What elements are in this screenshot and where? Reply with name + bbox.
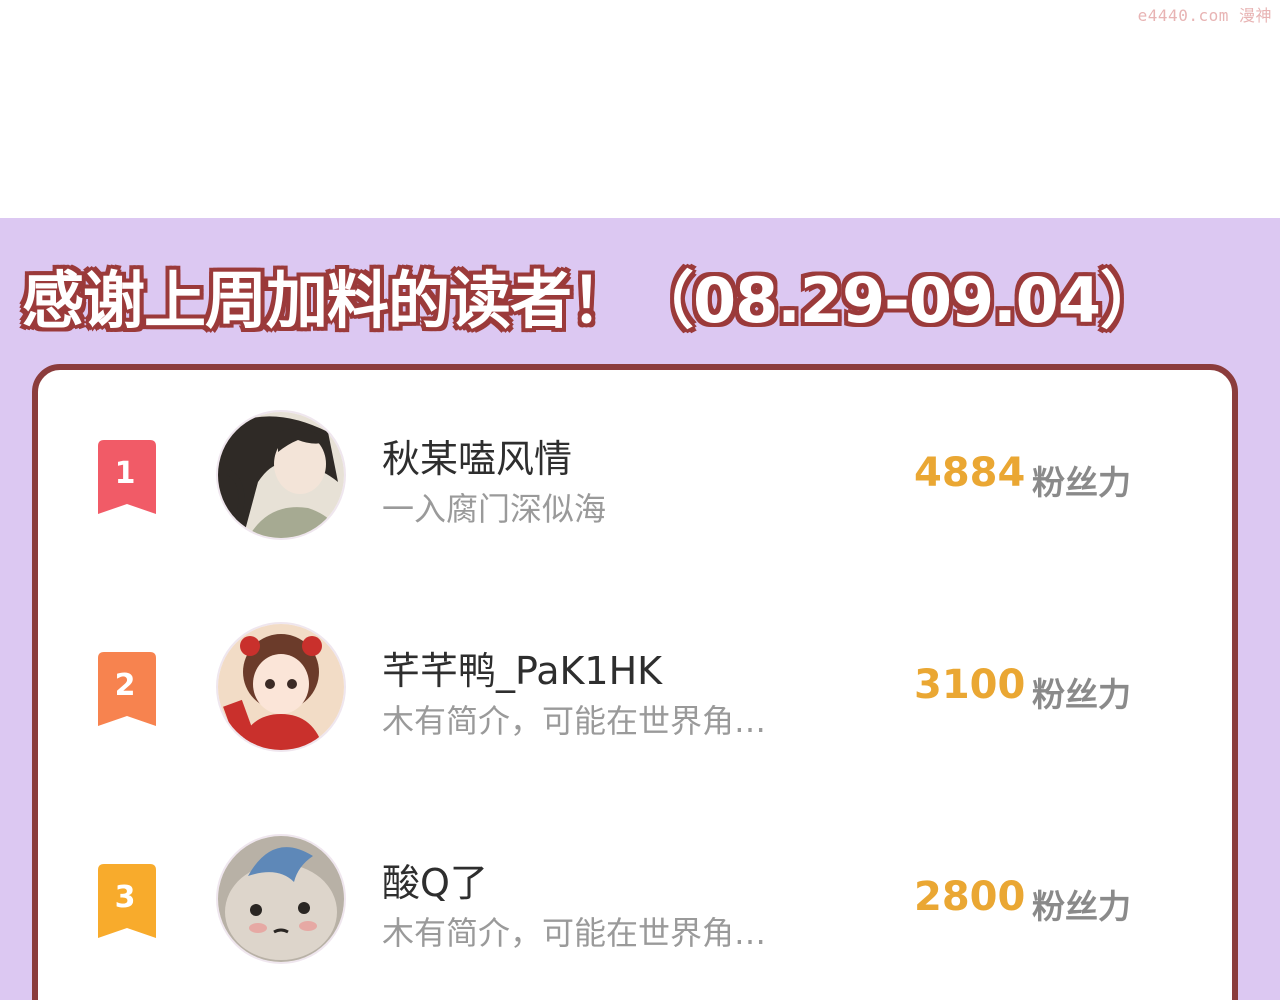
- user-bio: 木有简介，可能在世界角…: [382, 914, 767, 952]
- user-bio: 木有简介，可能在世界角…: [382, 702, 767, 740]
- fan-power-label: 粉丝力: [1032, 463, 1131, 502]
- avatar[interactable]: [216, 410, 346, 540]
- username[interactable]: 酸Q了: [382, 852, 488, 907]
- rank-number: 1: [114, 456, 136, 491]
- user-bio: 一入腐门深似海: [382, 490, 607, 528]
- username[interactable]: 秋某嗑风情: [382, 428, 572, 483]
- fan-power-score: 3100: [914, 662, 1026, 708]
- avatar[interactable]: [216, 622, 346, 752]
- reader-row[interactable]: 1 秋某嗑风情 一入腐门深似海 4884 粉丝力: [38, 410, 1232, 550]
- page-title: 感谢上周加料的读者！（08.29-09.04）: [22, 264, 1162, 337]
- rank-number: 3: [114, 880, 136, 915]
- ranking-card: 1 秋某嗑风情 一入腐门深似海 4884 粉丝力 2 芊芊鸭_PaK1HK 木有…: [32, 364, 1238, 1000]
- reader-row[interactable]: 2 芊芊鸭_PaK1HK 木有简介，可能在世界角… 3100 粉丝力: [38, 622, 1232, 762]
- watermark: e4440.com 漫神: [1137, 6, 1272, 25]
- rank-ribbon-icon: 3: [92, 864, 162, 942]
- fan-power-label: 粉丝力: [1032, 675, 1131, 714]
- avatar[interactable]: [216, 834, 346, 964]
- rank-ribbon-icon: 1: [92, 440, 162, 518]
- rank-ribbon-icon: 2: [92, 652, 162, 730]
- username[interactable]: 芊芊鸭_PaK1HK: [382, 640, 662, 695]
- fan-power-score: 4884: [914, 450, 1026, 496]
- fan-power-score: 2800: [914, 874, 1026, 920]
- reader-row[interactable]: 3 酸Q了 木有简介，可能在世界角… 2800 粉丝力: [38, 834, 1232, 974]
- rank-number: 2: [114, 668, 136, 703]
- fan-power-label: 粉丝力: [1032, 887, 1131, 926]
